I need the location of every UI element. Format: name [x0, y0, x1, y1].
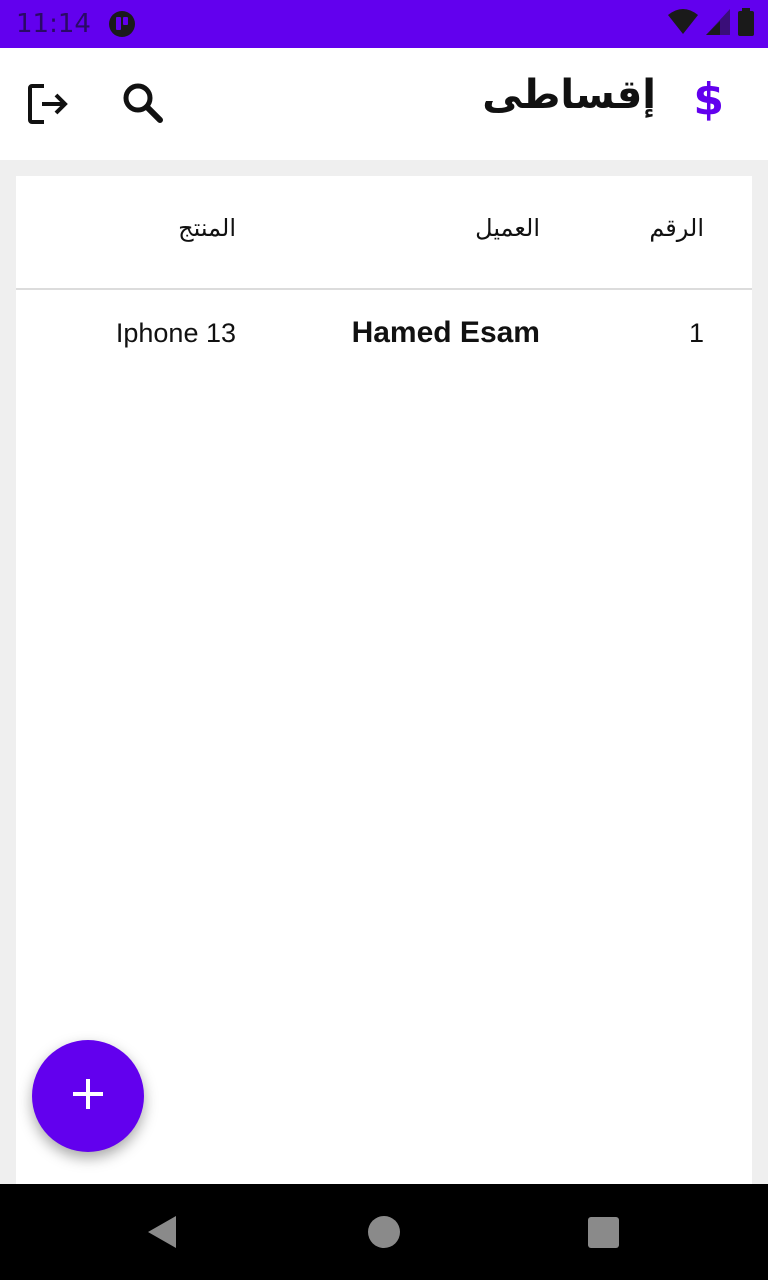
header-number: الرقم: [649, 214, 704, 242]
status-icons: [668, 8, 754, 40]
wifi-icon: [668, 9, 698, 39]
app-notification-icon: [108, 10, 136, 38]
battery-icon: [738, 8, 754, 40]
table-row[interactable]: 1 Hamed Esam Iphone 13: [16, 290, 752, 380]
signal-icon: [706, 9, 730, 39]
status-bar: 11:14: [0, 0, 768, 48]
cell-product: Iphone 13: [115, 318, 236, 348]
recent-apps-icon[interactable]: [588, 1217, 619, 1248]
search-icon[interactable]: [120, 80, 166, 126]
header-product: المنتج: [178, 214, 236, 242]
dollar-icon: $: [693, 74, 724, 125]
installments-table: الرقم العميل المنتج 1 Hamed Esam Iphone …: [16, 176, 752, 1184]
table-header: الرقم العميل المنتج: [16, 176, 752, 290]
logout-icon[interactable]: [26, 82, 70, 126]
navigation-bar: [0, 1184, 768, 1280]
page-title: إقساطى: [482, 72, 656, 118]
status-time: 11:14: [16, 9, 91, 39]
cell-number: 1: [688, 318, 704, 348]
back-icon[interactable]: [144, 1214, 180, 1250]
header-client: العميل: [475, 214, 540, 242]
add-icon: [71, 1077, 105, 1115]
home-icon[interactable]: [368, 1216, 400, 1248]
add-button[interactable]: [32, 1040, 144, 1152]
app-bar: إقساطى $: [0, 48, 768, 160]
cell-client: Hamed Esam: [351, 316, 540, 349]
